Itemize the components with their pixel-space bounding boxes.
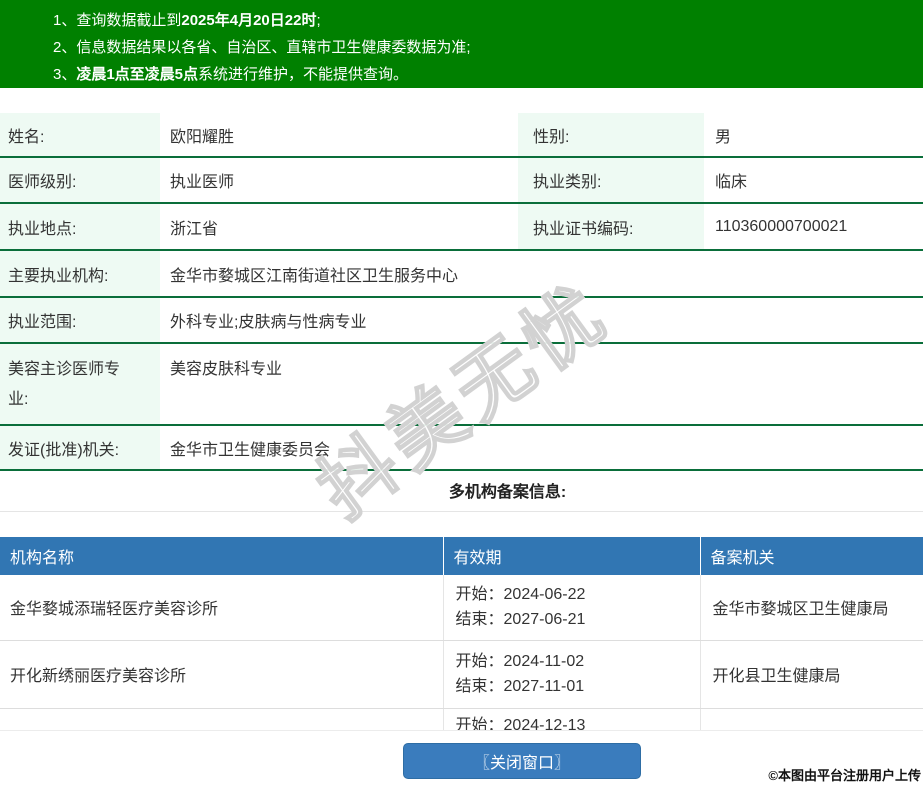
filing-table: 机构名称 有效期 备案机关 金华婺城添瑞轻医疗美容诊所 开始：2024-06-2… [0,537,923,731]
filing-row: 金华婺城添瑞轻医疗美容诊所 开始：2024-06-22 结束：2027-06-2… [0,575,923,640]
section-divider [0,511,923,512]
main-institution-label: 主要执业机构: [0,250,160,297]
authority-cell: 金华市婺城区卫生健康局 [700,575,923,640]
org-name-header: 机构名称 [0,537,443,575]
start-label: 开始： [456,653,504,670]
table-row: 发证(批准)机关: 金华市卫生健康委员会 [0,425,923,470]
notice-banner: 1、查询数据截止到2025年4月20日22时; 2、信息数据结果以各省、自治区、… [0,0,923,88]
notice-line-2: 2、信息数据结果以各省、自治区、直辖市卫生健康委数据为准; [53,34,913,61]
notice-line-3: 3、凌晨1点至凌晨5点系统进行维护，不能提供查询。 [53,61,913,88]
start-label: 开始： [456,586,504,603]
org-name-cell [0,708,443,731]
doctor-info-table: 姓名: 欧阳耀胜 性别: 男 医师级别: 执业医师 执业类别: 临床 执业地点:… [0,113,923,471]
validity-start: 开始：2024-11-02 [456,649,700,674]
platform-credit-watermark: ©本图由平台注册用户上传 [768,765,921,784]
table-row: 主要执业机构: 金华市婺城区江南街道社区卫生服务中心 [0,250,923,297]
practice-location-value: 浙江省 [160,203,518,250]
notice-text: 信息数据结果以各省、自治区、直辖市卫生健康委数据为准; [76,39,470,56]
table-row: 医师级别: 执业医师 执业类别: 临床 [0,157,923,203]
name-value: 欧阳耀胜 [160,113,518,157]
org-name-cell: 金华婺城添瑞轻医疗美容诊所 [0,575,443,640]
name-label: 姓名: [0,113,160,157]
authority-cell [700,708,923,731]
cosmetic-specialty-value: 美容皮肤科专业 [160,343,923,425]
practice-type-value: 临床 [704,157,923,203]
main-institution-value: 金华市婺城区江南街道社区卫生服务中心 [160,250,923,297]
start-label: 开始： [456,717,504,732]
validity-end: 结束：2027-06-21 [456,607,700,632]
practice-scope-label: 执业范围: [0,297,160,343]
gender-label: 性别: [518,113,704,157]
certificate-number-value: 110360000700021 [704,203,923,250]
validity-start: 开始：2024-06-22 [456,582,700,607]
validity-end: 结束：2027-11-01 [456,674,700,699]
practitioner-query-result-page: 1、查询数据截止到2025年4月20日22时; 2、信息数据结果以各省、自治区、… [0,0,923,785]
issuing-authority-label: 发证(批准)机关: [0,425,160,470]
end-label: 结束： [456,678,504,695]
notice-number: 1、 [53,12,76,29]
filing-row-clipped: 开始：2024-12-13 [0,708,923,731]
validity-cell: 开始：2024-11-02 结束：2027-11-01 [443,640,700,708]
validity-header: 有效期 [443,537,700,575]
issuing-authority-value: 金华市卫生健康委员会 [160,425,923,470]
filing-table-viewport: 机构名称 有效期 备案机关 金华婺城添瑞轻医疗美容诊所 开始：2024-06-2… [0,537,923,731]
validity-cell: 开始：2024-12-13 [443,708,700,731]
practice-scope-value: 外科专业;皮肤病与性病专业 [160,297,923,343]
certificate-number-label: 执业证书编码: [518,203,704,250]
end-date: 2027-06-21 [504,611,586,628]
notice-text: ; [316,12,320,29]
notice-number: 3、 [53,66,76,83]
gender-value: 男 [704,113,923,157]
notice-bold-text: 2025年4月20日22时 [181,12,316,29]
practice-type-label: 执业类别: [518,157,704,203]
notice-text: 查询数据截止到 [76,12,181,29]
end-label: 结束： [456,611,504,628]
start-date: 2024-11-02 [504,653,585,670]
notice-line-1: 1、查询数据截止到2025年4月20日22时; [53,7,913,34]
validity-start: 开始：2024-12-13 [456,713,700,732]
org-name-cell: 开化新绣丽医疗美容诊所 [0,640,443,708]
validity-cell: 开始：2024-06-22 结束：2027-06-21 [443,575,700,640]
cosmetic-specialty-label: 美容主诊医师专业: [0,343,160,425]
start-date: 2024-06-22 [504,586,586,603]
end-date: 2027-11-01 [504,678,585,695]
authority-header: 备案机关 [700,537,923,575]
multi-institution-filing-title: 多机构备案信息: [46,478,923,502]
filing-row: 开化新绣丽医疗美容诊所 开始：2024-11-02 结束：2027-11-01 … [0,640,923,708]
table-row: 美容主诊医师专业: 美容皮肤科专业 [0,343,923,425]
doctor-level-label: 医师级别: [0,157,160,203]
filing-header-row: 机构名称 有效期 备案机关 [0,537,923,575]
start-date: 2024-12-13 [504,717,586,732]
table-row: 执业地点: 浙江省 执业证书编码: 110360000700021 [0,203,923,250]
notice-number: 2、 [53,39,76,56]
close-window-button[interactable]: 〖关闭窗口〗 [403,743,641,779]
authority-cell: 开化县卫生健康局 [700,640,923,708]
notice-text: 系统进行维护，不能提供查询。 [198,66,408,83]
table-row: 执业范围: 外科专业;皮肤病与性病专业 [0,297,923,343]
doctor-level-value: 执业医师 [160,157,518,203]
practice-location-label: 执业地点: [0,203,160,250]
notice-bold-text: 凌晨1点至凌晨5点 [76,66,198,83]
table-row: 姓名: 欧阳耀胜 性别: 男 [0,113,923,157]
